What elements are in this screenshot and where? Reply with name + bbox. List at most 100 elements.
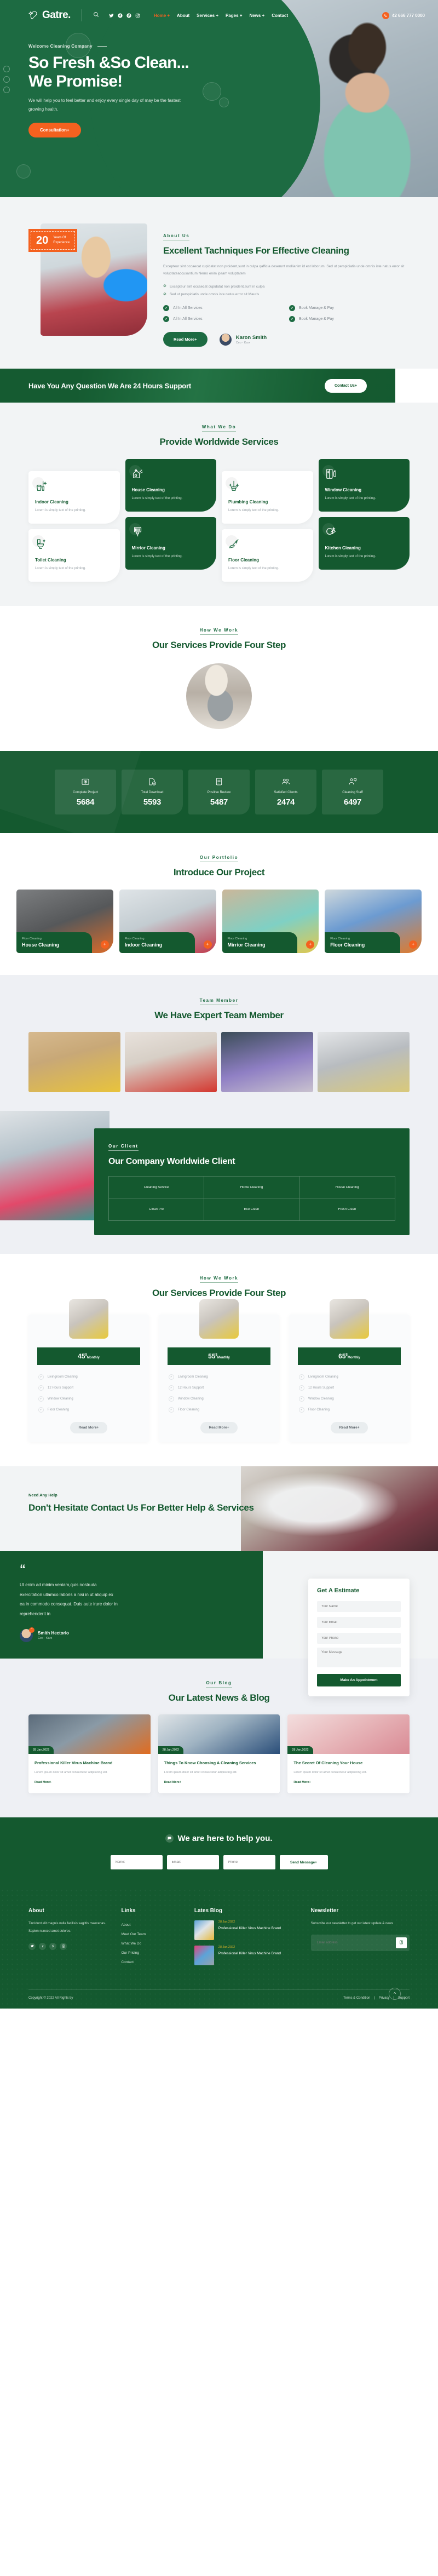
portfolio-card[interactable]: Floor Cleaning Mirrior Cleaning + bbox=[222, 889, 319, 953]
nav-item-news[interactable]: News + bbox=[249, 13, 264, 18]
hero-slider-dots[interactable] bbox=[3, 66, 10, 93]
service-card-kitchen[interactable]: Kitchen Cleaning Lorem is simply text of… bbox=[318, 517, 410, 570]
team-member-photo[interactable] bbox=[125, 1032, 217, 1093]
pinterest-icon[interactable] bbox=[126, 13, 132, 18]
estimate-message-input[interactable] bbox=[317, 1648, 401, 1668]
blog-read-more-link[interactable]: Read More+ bbox=[164, 1781, 181, 1784]
plus-icon[interactable]: + bbox=[306, 940, 315, 949]
blog-post-desc: Lorem ipsum dolor sit amet consectetur a… bbox=[34, 1771, 108, 1775]
facebook-icon[interactable] bbox=[39, 1942, 46, 1950]
service-title: Mirrior Cleaning bbox=[131, 546, 165, 551]
help-phone-input[interactable] bbox=[223, 1855, 275, 1870]
plus-icon[interactable]: + bbox=[100, 940, 109, 949]
house-broom-icon bbox=[129, 465, 144, 480]
instagram-icon[interactable] bbox=[135, 13, 141, 18]
newsletter-submit-button[interactable] bbox=[396, 1937, 407, 1948]
avatar bbox=[219, 333, 232, 346]
portfolio-card[interactable]: Floor Cleaning Floor Cleaning + bbox=[325, 889, 422, 953]
service-card-house[interactable]: House Cleaning Lorem is simply text of t… bbox=[125, 459, 216, 512]
blog-read-more-link[interactable]: Read More+ bbox=[293, 1781, 310, 1784]
client-logo-cell[interactable]: Clean Pro bbox=[109, 1198, 204, 1221]
service-card-plumbing[interactable]: Plumbing Cleaning Lorem is simply text o… bbox=[222, 471, 313, 524]
help-name-input[interactable] bbox=[110, 1855, 163, 1870]
pricing-feature: ✓ 12 Hours Support bbox=[168, 1382, 270, 1393]
pricing-feature-label: Window Cleaning bbox=[48, 1397, 73, 1401]
phone-number: 42 666 777 0000 bbox=[391, 13, 425, 18]
twitter-icon[interactable] bbox=[28, 1942, 36, 1950]
facebook-icon[interactable] bbox=[118, 13, 123, 18]
service-card-toilet[interactable]: Toilet Cleaning Lorem is simply text of … bbox=[28, 529, 120, 582]
footer-link-pricing[interactable]: Our Pricing bbox=[121, 1948, 184, 1958]
slider-dot-3[interactable] bbox=[3, 87, 10, 93]
estimate-name-input[interactable] bbox=[317, 1601, 401, 1613]
client-logo-cell[interactable]: House Cleaning bbox=[299, 1177, 395, 1199]
client-logo-cell[interactable]: Fresh Clean bbox=[299, 1198, 395, 1220]
service-card-mirrior[interactable]: Mirrior Cleaning Lorem is simply text of… bbox=[125, 517, 216, 570]
portfolio-caption: Floor Cleaning Indoor Cleaning bbox=[119, 932, 195, 953]
service-card-window[interactable]: Window Cleaning Lorem is simply text of … bbox=[318, 459, 410, 512]
services-kicker: What We Do bbox=[201, 424, 237, 432]
footer-support-link[interactable]: Support bbox=[398, 1996, 410, 2000]
clients-title: Our Company Worldwide Client bbox=[108, 1157, 235, 1167]
footer-post[interactable]: 28 Jan,2022 Professional Killer Virus Ma… bbox=[194, 1946, 301, 1966]
twitter-icon[interactable] bbox=[109, 13, 114, 18]
help-send-message-button[interactable]: Send Message+ bbox=[279, 1855, 328, 1870]
client-logo-cell[interactable]: Eco Clean bbox=[204, 1198, 299, 1221]
main-navbar: Gatre. Home + About Services + Pages + N… bbox=[0, 0, 438, 22]
footer-post[interactable]: 28 Jan,2022 Professional Killer Virus Ma… bbox=[194, 1920, 301, 1941]
plus-icon[interactable]: + bbox=[409, 940, 417, 949]
slider-dot-1[interactable] bbox=[3, 66, 10, 72]
team-member-photo[interactable] bbox=[221, 1032, 313, 1093]
pricing-read-more-button[interactable]: Read More+ bbox=[200, 1422, 238, 1434]
help-email-input[interactable] bbox=[166, 1855, 219, 1870]
client-logo-cell[interactable]: Home Cleaning bbox=[204, 1177, 299, 1199]
team-member-photo[interactable] bbox=[318, 1032, 410, 1093]
search-icon[interactable] bbox=[93, 12, 99, 19]
instagram-icon[interactable] bbox=[60, 1942, 67, 1950]
nav-item-about[interactable]: About bbox=[177, 13, 189, 18]
portfolio-card[interactable]: Floor Cleaning Indoor Cleaning + bbox=[119, 889, 216, 953]
nav-item-services[interactable]: Services + bbox=[197, 13, 218, 18]
service-card-indoor[interactable]: Indoor Cleaning Lorem is simply text of … bbox=[28, 471, 120, 524]
blog-card[interactable]: 28 Jan,2022 The Secret Of Cleaning Your … bbox=[287, 1714, 410, 1794]
footer-about-text: Tincidunt elit magnis nulla facilisis sa… bbox=[28, 1922, 106, 1933]
header-phone[interactable]: 42 666 777 0000 bbox=[382, 12, 425, 19]
pricing-read-more-button[interactable]: Read More+ bbox=[331, 1422, 368, 1434]
stat-card: Total Download 5593 bbox=[122, 769, 183, 814]
check-icon: ✓ bbox=[169, 1396, 174, 1402]
hero-consultation-button[interactable]: Consultation+ bbox=[28, 123, 81, 138]
pricing-feature-label: Window Cleaning bbox=[178, 1397, 204, 1401]
nav-item-pages[interactable]: Pages + bbox=[226, 13, 242, 18]
blog-read-more-link[interactable]: Read More+ bbox=[34, 1781, 51, 1784]
estimate-submit-button[interactable]: Make An Appointment bbox=[317, 1674, 401, 1687]
service-desc: Lorem is simply text of the printing. bbox=[325, 555, 376, 559]
stat-label: Complete Project bbox=[72, 790, 99, 794]
site-logo[interactable]: Gatre. bbox=[28, 9, 71, 21]
slider-dot-2[interactable] bbox=[3, 76, 10, 83]
service-card-floor[interactable]: Floor Cleaning Lorem is simply text of t… bbox=[222, 529, 313, 582]
footer-link-about[interactable]: About bbox=[121, 1920, 184, 1930]
nav-item-contact[interactable]: Contact bbox=[272, 13, 288, 18]
pricing-read-more-button[interactable]: Read More+ bbox=[70, 1422, 107, 1434]
pinterest-icon[interactable] bbox=[49, 1942, 56, 1950]
client-logo-cell[interactable]: Cleaning Service bbox=[109, 1177, 204, 1199]
footer-terms-link[interactable]: Terms & Condition bbox=[343, 1996, 370, 2000]
about-read-more-button[interactable]: Read More+ bbox=[163, 332, 208, 347]
plus-icon[interactable]: + bbox=[203, 940, 212, 949]
portfolio-card[interactable]: Floor Cleaning House Cleaning + bbox=[16, 889, 113, 953]
blog-card[interactable]: 28 Jan,2022 Professional Killer Virus Ma… bbox=[28, 1714, 151, 1794]
footer-link-team[interactable]: Meet Our Team bbox=[121, 1930, 184, 1939]
footer-link-contact[interactable]: Contact bbox=[121, 1958, 184, 1967]
services-section: What We Do Provide Worldwide Services In… bbox=[0, 403, 438, 606]
cta-contact-button[interactable]: Contact Us+ bbox=[324, 378, 367, 393]
footer-link-what-we-do[interactable]: What We Do bbox=[121, 1939, 184, 1948]
about-media: 20 Years Of Experience bbox=[28, 223, 149, 347]
nav-item-home[interactable]: Home + bbox=[154, 13, 170, 18]
newsletter-email-input[interactable] bbox=[313, 1941, 396, 1944]
blog-card[interactable]: 28 Jan,2022 Things To Know Choosing A Cl… bbox=[158, 1714, 280, 1794]
footer-privacy-link[interactable]: Privacy bbox=[379, 1996, 390, 2000]
experience-label-line1: Years Of bbox=[53, 236, 66, 239]
estimate-email-input[interactable] bbox=[317, 1617, 401, 1628]
team-member-photo[interactable] bbox=[28, 1032, 120, 1093]
estimate-phone-input[interactable] bbox=[317, 1633, 401, 1644]
